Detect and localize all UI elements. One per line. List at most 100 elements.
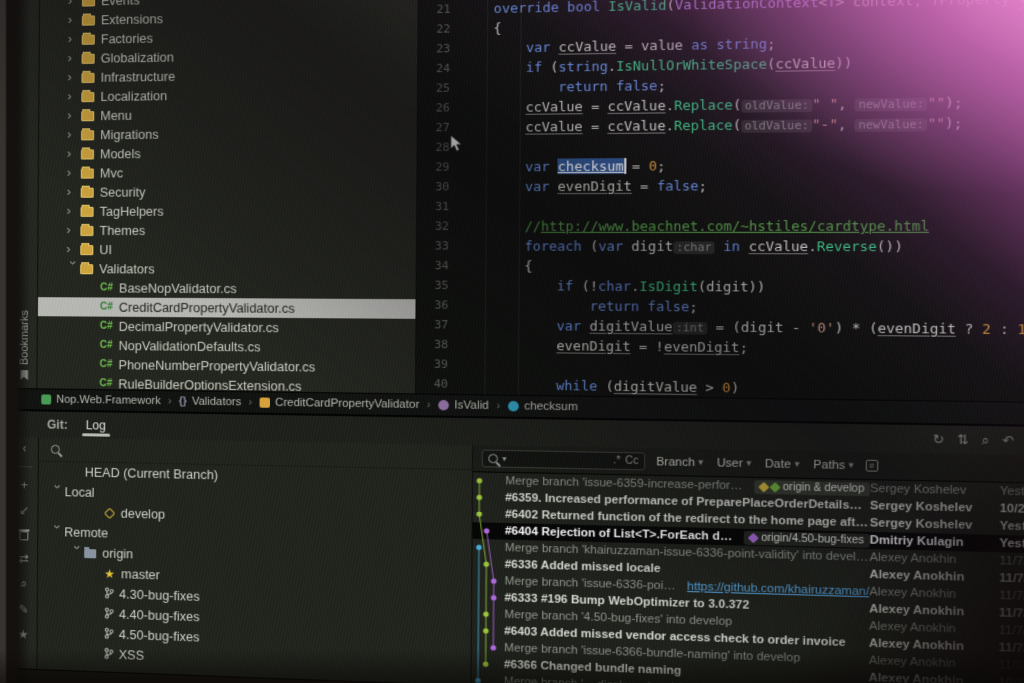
bookmarks-toolwindow-button[interactable]: Bookmarks [12,310,37,380]
commit-author: Alexey Anokhin [869,620,999,637]
ref-tag-label: origin/4.50-bug-fixes [761,532,864,546]
find-branch-icon[interactable]: ⌕ [20,576,27,591]
breadcrumb-item-project[interactable]: Nop.Web.Framework [41,393,161,407]
chevron-down-icon[interactable]: › [50,484,65,498]
chevron-right-icon[interactable]: › [67,69,81,84]
chevron-down-icon: ▾ [849,459,854,471]
add-branch-icon[interactable]: + [21,478,28,492]
branch-label: HEAD (Current Branch) [85,465,218,482]
editor-gutter[interactable]: 2122232425262728293031323334353637383940 [416,0,462,394]
git-branch-icon [104,647,119,663]
chevron-right-icon[interactable]: › [68,50,82,65]
breadcrumb-item-class[interactable]: CreditCardPropertyValidator [260,396,420,411]
commit-log: ▾ .* Cc Branch▾User▾Date▾Paths▾ # Merge … [472,445,1024,683]
breadcrumb-label: checksum [524,400,578,413]
code-line: var evenDigit = false; [460,173,1024,196]
compare-icon[interactable]: ⇄ [19,551,29,565]
tree-item-label: Factories [101,31,153,46]
filter-branch[interactable]: Branch▾ [656,455,703,469]
breadcrumb-label: IsValid [454,399,489,412]
tab-log[interactable]: Log [84,414,108,437]
chevron-right-icon[interactable]: › [66,203,80,218]
match-case-toggle[interactable]: Cc [625,455,639,467]
chevron-down-icon: ▾ [502,454,506,463]
tree-item-label: UI [99,243,112,257]
hide-panel-icon[interactable]: ‹ [22,441,26,455]
chevron-right-icon[interactable]: › [68,0,82,8]
chevron-right-icon[interactable]: › [67,165,81,180]
rename-icon[interactable]: ✎ [18,602,28,616]
chevron-right-icon[interactable]: › [68,31,82,46]
line-number: 26 [418,98,461,118]
folder-icon [81,187,94,197]
branch-label: master [121,567,160,582]
code-line [460,194,1024,216]
branch-label: 4.40-bug-fixes [119,607,200,624]
line-number: 34 [417,256,460,276]
tree-item-label: DecimalPropertyValidator.cs [119,319,279,335]
commit-date: 11/7/22, 13:52 [999,555,1024,571]
undo-icon[interactable]: ↶ [1002,432,1014,449]
filter-user[interactable]: User▾ [717,456,752,469]
chevron-right-icon[interactable]: › [67,107,81,122]
commit-date: Yesterday 11:19 [1000,520,1024,536]
chevron-down-icon[interactable]: › [50,524,65,538]
tree-item-ui[interactable]: › UI [38,240,416,260]
code-line: //http://www.beachnet.com/~hstiles/cardt… [460,215,1024,236]
tree-item-security[interactable]: ›Security [39,181,417,202]
commit-date: Yesterday 11:23 [1000,485,1024,500]
chevron-right-icon[interactable]: › [67,145,81,160]
chevron-right-icon[interactable]: › [68,12,82,27]
chevron-right-icon[interactable]: › [67,126,81,141]
git-toolbar[interactable]: ↻⇅⌕↶▦⚙ [933,431,1024,450]
tag-icon [104,508,115,519]
breadcrumb-item-method[interactable]: IsValid [438,399,489,412]
breadcrumb-item-namespace[interactable]: {}Validators [179,395,242,408]
commit-date: Yesterday 09:01 [999,537,1024,553]
tree-item-taghelpers[interactable]: ›TagHelpers [38,201,416,221]
fetch-icon[interactable]: ⇅ [957,432,969,448]
favorite-icon[interactable]: ★ [18,627,29,641]
chevron-down-icon: ▾ [746,457,751,469]
chevron-right-icon[interactable]: › [67,88,81,103]
chevron-down-icon[interactable]: › [66,261,81,275]
left-toolwindow-rail: Bookmarks [11,0,40,388]
branches-toolbar[interactable]: ‹ + ↙ ⇄ ⌕ ✎ ★ [10,437,39,669]
find-icon[interactable]: ⌕ [982,432,990,448]
regex-toggle[interactable]: .* [613,455,620,467]
git-branch-icon [104,606,119,622]
project-tree[interactable]: ›Events›Extensions›Factories›Globalizati… [37,0,419,393]
tree-item-mvc[interactable]: ›Mvc [39,161,417,182]
code-editor[interactable]: 2122232425262728293031323334353637383940… [416,0,1024,404]
go-to-hash-icon[interactable]: # [865,460,878,472]
ref-tag: origin & develop [755,479,871,495]
branches-panel[interactable]: HEAD (Current Branch)›Localdevelop›Remot… [37,437,473,683]
refresh-icon[interactable]: ↻ [933,431,945,447]
folder-icon [82,0,95,6]
chevron-right-icon[interactable]: › [66,241,80,256]
chevron-right-icon[interactable]: › [66,222,80,237]
checkout-icon[interactable]: ↙ [19,503,29,517]
commit-graph [472,472,504,683]
breadcrumb-item-field[interactable]: checksum [508,400,578,414]
line-number: 37 [416,315,459,335]
delete-icon[interactable] [19,531,28,540]
chevron-right-icon[interactable]: › [67,184,81,199]
chevron-down-icon[interactable]: › [70,545,85,559]
line-number: 39 [416,354,459,374]
folder-icon [82,15,95,25]
tree-item-models[interactable]: ›Models [39,142,417,164]
line-number: 33 [417,236,460,256]
commit-search-input[interactable]: ▾ .* Cc [482,450,646,471]
git-body: ‹+↙⇄⌕✎★ HEAD (Current Branch)›Localdevel… [10,437,1024,683]
git-label: Git: [47,418,68,432]
tree-item-themes[interactable]: ›Themes [38,221,416,241]
filter-date[interactable]: Date▾ [765,457,800,470]
tree-item-validators[interactable]: ›Validators [38,259,416,279]
monitor-photo: Bookmarks ›Events›Extensions›Factories›G… [0,0,1024,683]
filter-paths[interactable]: Paths▾ [813,458,854,472]
tag-icon [759,481,770,492]
csharp-file-icon: C# [100,340,113,351]
code-area[interactable]: ↑ ext methods↑ exposing APIs override bo… [459,0,1024,404]
tree-item-basenopvalidator-cs[interactable]: C#BaseNopValidator.cs [38,278,416,299]
